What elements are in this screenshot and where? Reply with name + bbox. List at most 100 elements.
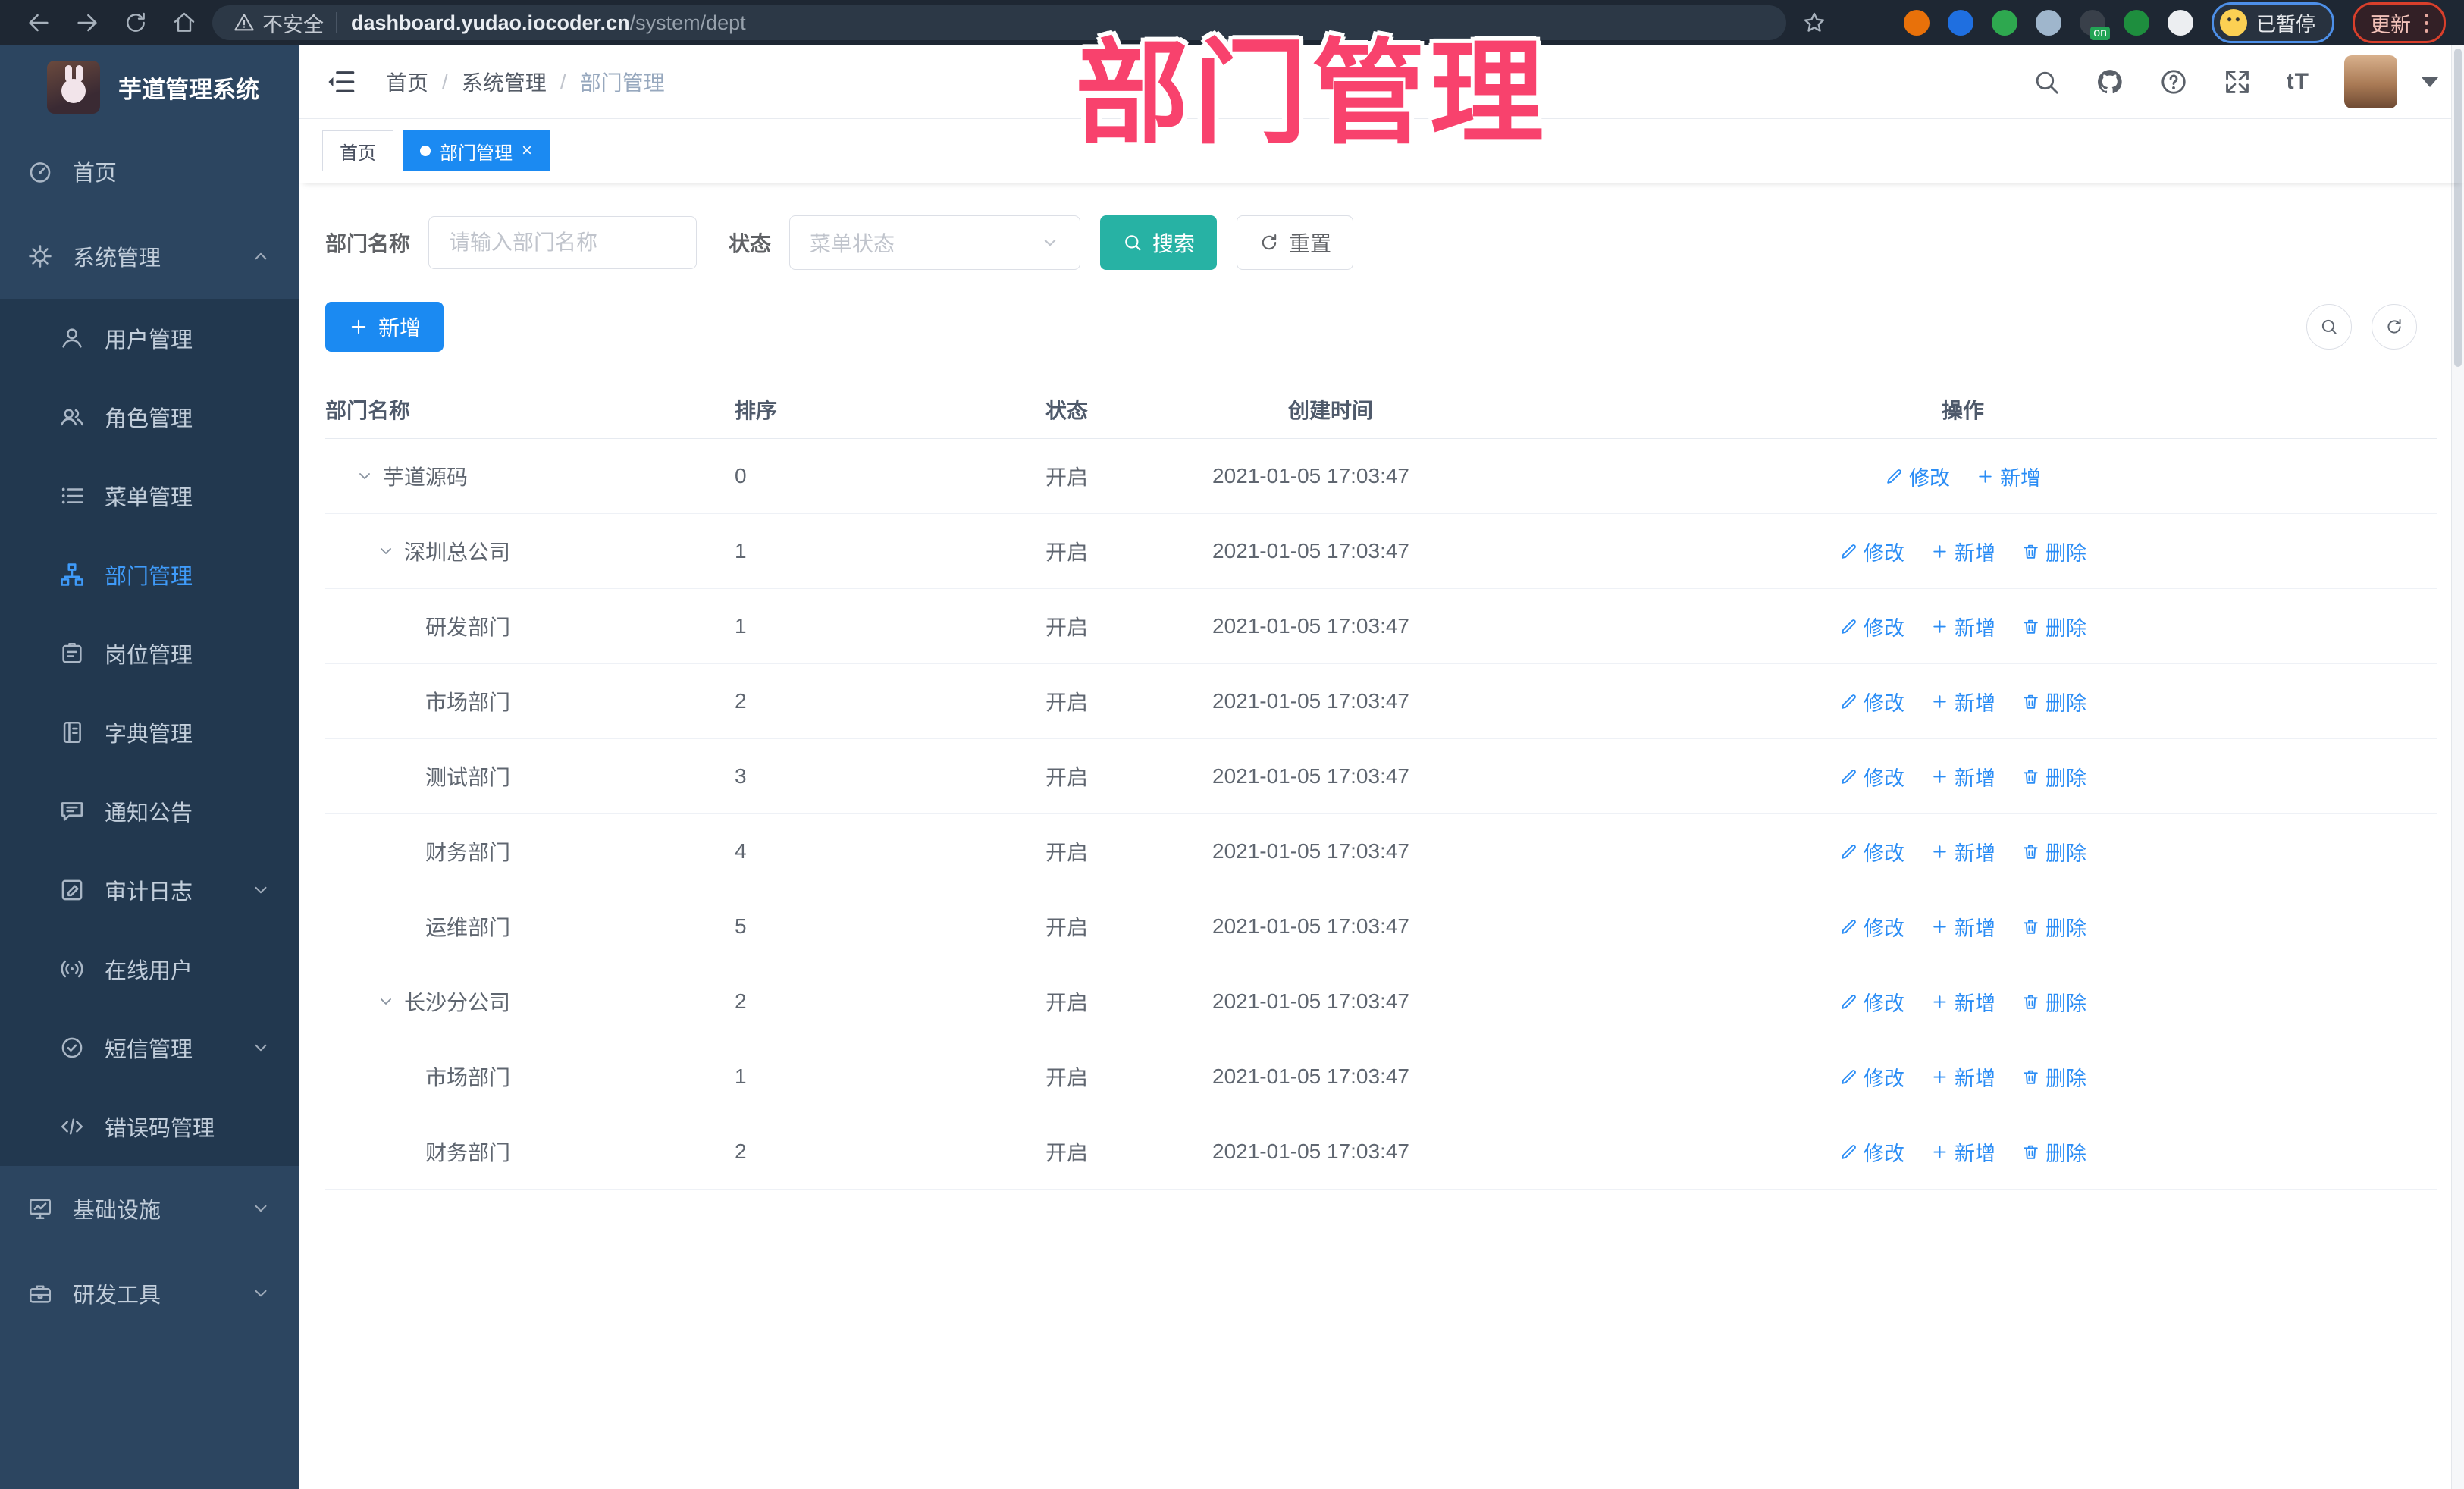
security-status[interactable]: 不安全 [234,8,324,38]
expand-caret-icon[interactable] [356,467,374,485]
browser-reload-button[interactable] [115,5,156,40]
sidebar-item[interactable]: 岗位管理 [0,614,299,693]
expand-caret-icon[interactable] [377,542,395,560]
sidebar-item[interactable]: 审计日志 [0,851,299,929]
app-logo-row[interactable]: 芋道管理系统 [0,45,299,129]
scrollbar-thumb[interactable] [2454,49,2462,367]
search-button[interactable]: 搜索 [1100,215,1218,270]
browser-home-button[interactable] [164,5,205,40]
sidebar-item[interactable]: 通知公告 [0,772,299,851]
expand-caret-slot[interactable] [377,542,404,560]
status-cell: 开启 [1045,1141,1089,1165]
add-action-link[interactable]: 新增 [1930,1062,1995,1092]
sidebar-item[interactable]: 短信管理 [0,1008,299,1087]
add-action-link[interactable]: 新增 [1930,612,1995,641]
sidebar-item[interactable]: 角色管理 [0,378,299,456]
add-action-link[interactable]: 新增 [1930,762,1995,792]
delete-action-link[interactable]: 删除 [2021,837,2086,867]
edit-action-link[interactable]: 修改 [1885,462,1950,491]
browser-forward-button[interactable] [67,5,108,40]
tab[interactable]: 首页 [322,130,393,171]
add-action-link[interactable]: 新增 [1930,687,1995,716]
dept-name-input[interactable] [428,216,698,269]
add-action-link[interactable]: 新增 [1976,462,2041,491]
sidebar-item-label: 系统管理 [73,246,161,271]
breadcrumb-item[interactable]: 系统管理 [462,67,547,97]
delete-action-link[interactable]: 删除 [2021,912,2086,942]
edit-action-link[interactable]: 修改 [1839,612,1904,641]
delete-action-link[interactable]: 删除 [2021,1062,2086,1092]
address-bar[interactable]: 不安全 dashboard.yudao.iocoder.cn/system/de… [212,5,1786,40]
sidebar-item[interactable]: 错误码管理 [0,1087,299,1166]
browser-update-button[interactable]: 更新 [2353,2,2446,43]
extension-puzzle[interactable] [2167,10,2193,36]
delete-action-link[interactable]: 删除 [2021,537,2086,566]
breadcrumb-item[interactable]: 首页 [386,67,428,97]
edit-action-link[interactable]: 修改 [1839,912,1904,942]
show-search-toggle-button[interactable] [2306,304,2352,350]
edit-action-link[interactable]: 修改 [1839,1137,1904,1167]
edit-action-link[interactable]: 修改 [1839,687,1904,716]
dept-name-cell: 测试部门 [425,766,511,789]
edit-action-link[interactable]: 修改 [1839,537,1904,566]
delete-action-link[interactable]: 删除 [2021,762,2086,792]
sidebar-item[interactable]: 研发工具 [0,1251,299,1336]
fullscreen-icon[interactable] [2223,67,2252,96]
browser-back-button[interactable] [18,5,59,40]
sidebar-item[interactable]: 系统管理 [0,214,299,299]
sidebar-item[interactable]: 在线用户 [0,929,299,1008]
delete-action-link[interactable]: 删除 [2021,687,2086,716]
add-action-link[interactable]: 新增 [1930,537,1995,566]
sidebar-item[interactable]: 用户管理 [0,299,299,378]
breadcrumb-item[interactable]: 部门管理 [580,67,665,97]
delete-action-link[interactable]: 删除 [2021,987,2086,1017]
close-icon[interactable]: × [522,142,532,160]
extension-dark-recorder[interactable]: on [2079,10,2110,40]
user-avatar[interactable] [2344,55,2397,108]
edit-action-link[interactable]: 修改 [1839,987,1904,1017]
extension-green-check[interactable] [1991,10,2017,36]
edit-action-link[interactable]: 修改 [1839,762,1904,792]
sidebar-item[interactable]: 字典管理 [0,693,299,772]
font-size-icon[interactable]: tT [2287,69,2309,95]
add-action-link[interactable]: 新增 [1930,912,1995,942]
add-button[interactable]: 新增 [325,302,444,352]
delete-action-link[interactable]: 删除 [2021,612,2086,641]
tab[interactable]: 部门管理 × [403,130,550,171]
add-action-link[interactable]: 新增 [1930,987,1995,1017]
edit-action-link[interactable]: 修改 [1839,1062,1904,1092]
extension-blue-gem[interactable] [1947,10,1973,36]
kebab-menu-icon[interactable] [2425,13,2428,33]
add-action-link[interactable]: 新增 [1930,1137,1995,1167]
page-scrollbar[interactable] [2451,45,2464,1489]
caret-down-icon[interactable] [2422,77,2438,87]
github-icon[interactable] [2096,67,2124,96]
expand-caret-icon[interactable] [377,992,395,1011]
extension-orange-ring[interactable] [1903,10,1930,36]
star-icon [1804,12,1825,32]
search-icon[interactable] [2032,67,2061,96]
created-cell: 2021-01-05 17:03:47 [1212,764,1409,788]
edit-action-link[interactable]: 修改 [1839,837,1904,867]
add-action-link[interactable]: 新增 [1930,837,1995,867]
plus-icon [1933,619,1946,633]
help-icon[interactable] [2159,67,2188,96]
refresh-table-button[interactable] [2372,304,2417,350]
extension-green-key[interactable] [2123,10,2149,36]
expand-caret-slot[interactable] [356,467,383,485]
refresh-icon [1262,234,1277,250]
sidebar-item[interactable]: 菜单管理 [0,456,299,535]
bookmark-star-button[interactable] [1794,5,1835,40]
sidebar-item[interactable]: 部门管理 [0,535,299,614]
sidebar-item[interactable]: 首页 [0,129,299,214]
expand-caret-slot[interactable] [377,992,404,1011]
extension-grid-drop[interactable] [2035,10,2061,36]
hamburger-icon[interactable] [325,66,357,98]
status-select[interactable]: 菜单状态 [789,215,1081,270]
delete-action-link[interactable]: 删除 [2021,1137,2086,1167]
browser-profile-chip[interactable]: 已暂停 [2211,2,2334,43]
sidebar-item[interactable]: 基础设施 [0,1166,299,1251]
edit-icon [1887,469,1901,484]
reset-button[interactable]: 重置 [1237,215,1354,270]
created-cell: 2021-01-05 17:03:47 [1212,914,1409,938]
